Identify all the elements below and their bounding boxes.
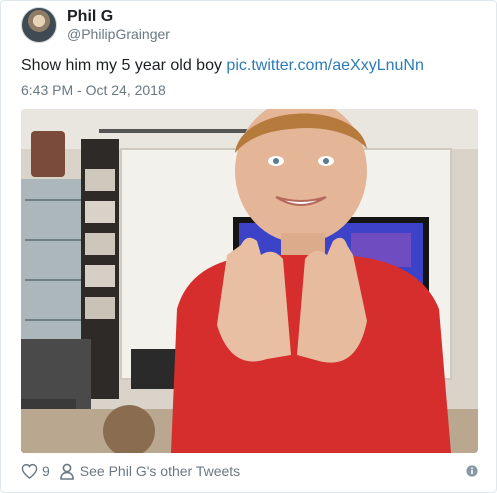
tweet-body: Show him my 5 year old boy — [21, 57, 227, 74]
heart-outline-icon[interactable] — [21, 463, 38, 479]
tweet-header: Phil G @PhilipGrainger — [21, 5, 170, 45]
info-button[interactable] — [466, 465, 478, 477]
author-names: Phil G @PhilipGrainger — [67, 7, 170, 43]
tweet-text: Show him my 5 year old boy pic.twitter.c… — [21, 57, 424, 75]
other-tweets-link[interactable]: See Phil G's other Tweets — [59, 463, 240, 480]
person-outline-icon — [59, 463, 74, 480]
author-handle[interactable]: @PhilipGrainger — [67, 26, 170, 43]
like-count[interactable]: 9 — [42, 463, 50, 479]
info-circle-icon[interactable] — [466, 465, 478, 477]
author-avatar[interactable] — [21, 7, 57, 43]
author-display-name[interactable]: Phil G — [67, 7, 170, 26]
tweet-photo[interactable] — [21, 109, 478, 453]
tweet-media-link[interactable]: pic.twitter.com/aeXxyLnuNn — [226, 57, 423, 74]
like-action[interactable]: 9 — [21, 463, 60, 479]
tweet-timestamp[interactable]: 6:43 PM - Oct 24, 2018 — [21, 82, 166, 98]
photo-illustration — [21, 109, 478, 453]
other-tweets-label[interactable]: See Phil G's other Tweets — [80, 463, 240, 479]
embedded-tweet-card: Phil G @PhilipGrainger Show him my 5 yea… — [0, 0, 497, 493]
tweet-footer: 9 See Phil G's other Tweets — [21, 459, 478, 483]
